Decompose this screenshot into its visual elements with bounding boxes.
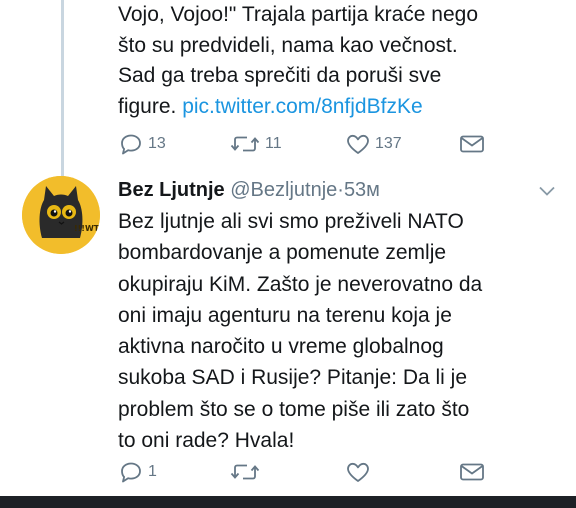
tweet2-dm-button[interactable] [458,460,486,484]
bottom-edge-bar [0,496,576,508]
avatar[interactable]: !!!WT [22,176,100,254]
tweet1-line-prefix: figure. [118,94,183,118]
tweet1-retweet-count: 11 [265,135,282,152]
tweet2-line: oni imaju agenturu na terenu koja je [118,303,452,327]
tweet2-line: aktivna naročito u vreme globalnog [118,335,444,359]
tweet2-reply-count: 1 [148,463,157,480]
reply-icon [118,460,144,484]
tweet1-like-button[interactable]: 137 [345,132,402,156]
tweet2-line: Bez ljutnje ali svi smo preživeli NATO [118,210,464,233]
tweet1-action-bar: 13 11 137 [118,132,538,156]
envelope-icon [458,460,486,484]
tweet2-line: okupiraju KiM. Zašto je neverovatno da [118,272,483,296]
tweet2-line: bombardovanje a pomenute zemlje [118,241,447,265]
tweet1-retweet-button[interactable]: 11 [229,132,282,156]
tweet-timestamp[interactable]: 53м [344,179,380,201]
tweet2-line: to oni rade? Hvala! [118,429,295,453]
avatar-caption: !!!WT [74,224,100,233]
tweet1-media-link[interactable]: pic.twitter.com/8nfjdBfzKe [182,95,422,118]
author-name[interactable]: Bez Ljutnje [118,179,225,201]
envelope-icon [458,132,486,156]
tweet1-line: što su predvideli, nama kao večnost. [118,33,458,57]
tweet2-action-bar: 1 [118,460,538,484]
tweet2-line: sukoba SAD i Rusije? Pitanje: Da li je [118,366,468,390]
tweet2-like-button[interactable] [345,460,371,484]
tweet2-retweet-button[interactable] [229,460,261,484]
tweet1-like-count: 137 [375,135,402,152]
author-handle[interactable]: @Bezljutnje [230,179,337,201]
cat-avatar-icon [22,176,100,254]
chevron-down-icon [538,184,556,201]
tweet1-dm-button[interactable] [458,132,486,156]
tweet2-menu-button[interactable] [538,184,556,202]
tweet1-last-line: figure. pic.twitter.com/8nfjdBfzKe [118,92,558,123]
retweet-icon [229,132,261,156]
tweet1-line: Sad ga treba sprečiti da poruši sve [118,64,442,88]
heart-icon [345,460,371,484]
tweet2-line: problem što se o tome piše ili zato što [118,397,470,421]
tweet1-reply-count: 13 [148,135,166,152]
header-separator: · [337,179,344,201]
tweet2-text: Bez ljutnje ali svi smo preživeli NATO b… [118,206,558,456]
tweet2-reply-button[interactable]: 1 [118,460,157,484]
thread-connector-line [61,0,64,178]
reply-icon [118,132,144,156]
tweet2-header: Bez Ljutnje @Bezljutnje·53м [118,177,538,203]
tweet1-text: Vojo, Vojoo!" Trajala partija kraće nego… [118,0,558,122]
retweet-icon [229,460,261,484]
tweet1-line: Vojo, Vojoo!" Trajala partija kraće nego [118,3,479,26]
heart-icon [345,132,371,156]
tweet1-reply-button[interactable]: 13 [118,132,166,156]
